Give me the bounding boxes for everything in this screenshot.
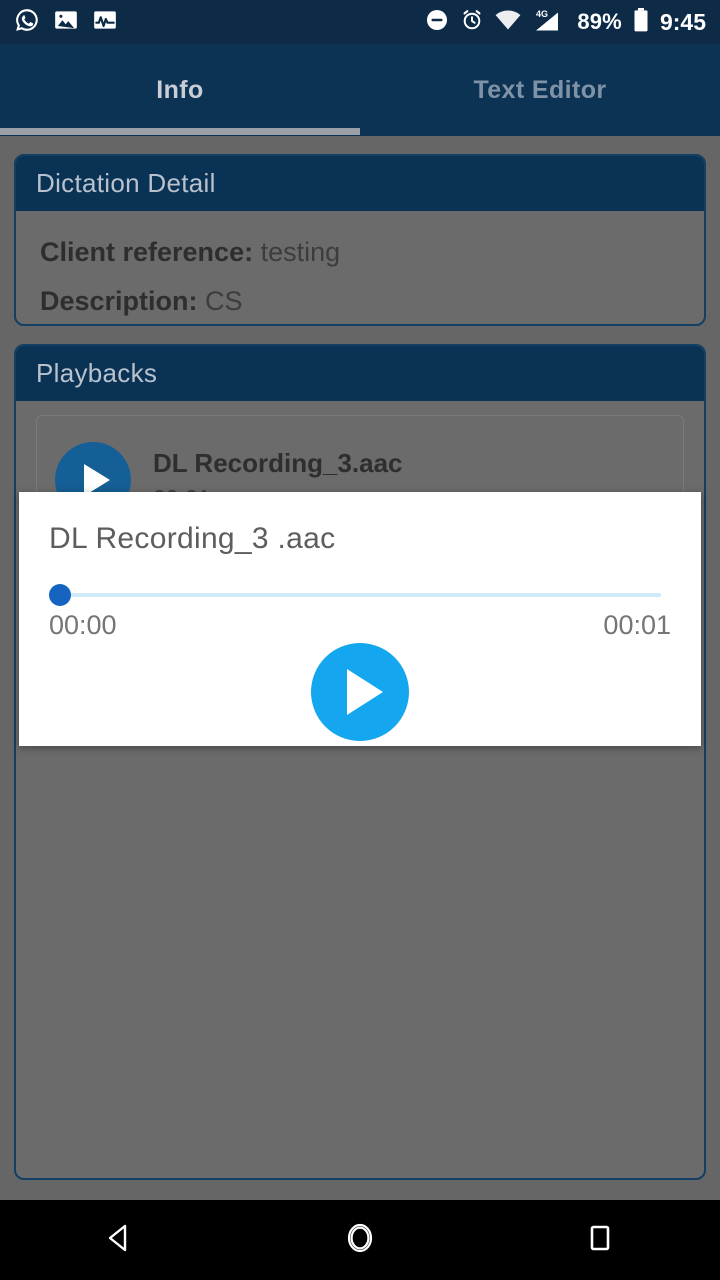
circle-home-icon: [340, 1218, 380, 1263]
tab-text-editor[interactable]: Text Editor: [360, 44, 720, 136]
do-not-disturb-icon: [425, 8, 449, 37]
triangle-back-icon: [100, 1218, 140, 1263]
playbacks-title: Playbacks: [36, 358, 158, 388]
alarm-icon: [460, 8, 484, 37]
total-time-label: 00:01: [603, 610, 671, 640]
tab-text-editor-label: Text Editor: [473, 75, 607, 104]
play-icon[interactable]: [311, 643, 409, 741]
status-bar-right-icons: 4G 89% 9:45: [425, 7, 706, 38]
description-value: CS: [205, 286, 243, 317]
battery-percent-label: 89%: [577, 9, 622, 34]
tab-info-label: Info: [156, 75, 204, 104]
current-time-label: 00:00: [49, 610, 117, 640]
recents-button[interactable]: [540, 1200, 660, 1280]
dictation-detail-card-header: Dictation Detail: [16, 156, 704, 211]
playbacks-card-header: Playbacks: [16, 346, 704, 401]
battery-icon: [633, 7, 649, 38]
description-row: Description: CS: [40, 286, 680, 317]
svg-text:4G: 4G: [536, 9, 548, 19]
list-item-name: DL Recording_3.aac: [153, 448, 403, 478]
client-reference-value: testing: [260, 237, 341, 267]
playback-progress-slider[interactable]: [49, 584, 671, 606]
status-bar: 4G 89% 9:45: [0, 0, 720, 44]
clock-label: 9:45: [659, 8, 706, 35]
dialog-play-wrap: [49, 643, 671, 741]
pulse-icon: [92, 7, 118, 38]
tab-info[interactable]: Info: [0, 44, 360, 136]
back-button[interactable]: [60, 1200, 180, 1280]
whatsapp-icon: [14, 7, 40, 38]
client-reference-label: Client reference:: [40, 237, 254, 267]
dialog-title: DL Recording_3 .aac: [49, 522, 336, 555]
slider-thumb[interactable]: [49, 584, 71, 606]
dictation-detail-title: Dictation Detail: [36, 168, 216, 198]
signal-4g-icon: 4G: [532, 7, 566, 38]
tab-bar: Info Text Editor: [0, 44, 720, 136]
audio-player-dialog: DL Recording_3 .aac 00:00 00:01: [19, 492, 701, 746]
time-row: 00:00 00:01: [49, 610, 671, 641]
playbacks-card: Playbacks DL Recording_3.aac 00:01: [14, 344, 706, 1180]
status-bar-left-icons: [14, 7, 118, 38]
slider-track: [61, 593, 661, 597]
wifi-icon: [495, 9, 521, 36]
photo-icon: [53, 7, 79, 38]
square-recents-icon: [580, 1218, 620, 1263]
android-nav-bar: [0, 1200, 720, 1280]
home-button[interactable]: [300, 1200, 420, 1280]
dictation-detail-card: Dictation Detail Client reference: testi…: [14, 154, 706, 326]
tab-active-indicator: [0, 128, 360, 135]
description-label: Description:: [40, 286, 198, 317]
client-reference-row: Client reference: testing: [40, 237, 680, 268]
dictation-detail-body: Client reference: testing Description: C…: [16, 211, 704, 324]
app-screen: 4G 89% 9:45 Info Text Editor Dictation D…: [0, 0, 720, 1280]
